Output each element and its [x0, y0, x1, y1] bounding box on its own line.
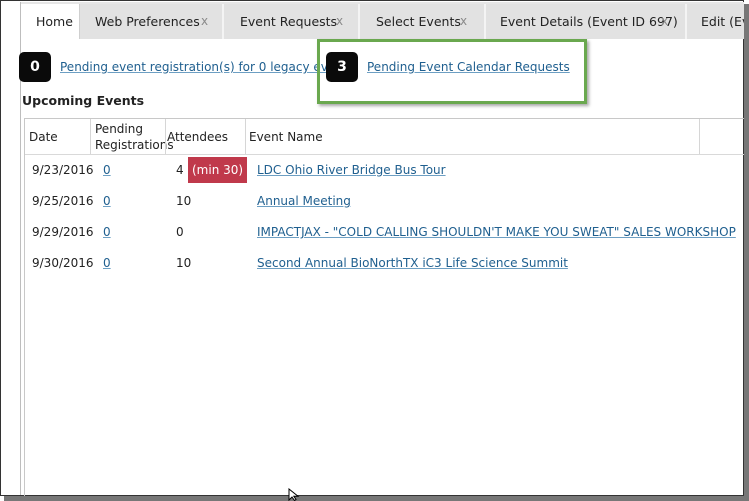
- tab-label: Home: [36, 14, 73, 29]
- column-header-event-name[interactable]: Event Name: [249, 129, 323, 145]
- row-pending-link[interactable]: 0: [103, 256, 111, 270]
- row-date: 9/25/2016: [32, 194, 94, 208]
- tab-event-details[interactable]: Event Details (Event ID 697) x: [486, 4, 687, 39]
- row-attendees: 4: [176, 163, 184, 177]
- row-event-name-link[interactable]: Second Annual BioNorthTX iC3 Life Scienc…: [257, 256, 568, 270]
- pending-calendar-count-badge: 3: [326, 52, 358, 82]
- row-attendees: 10: [176, 256, 192, 270]
- row-date: 9/30/2016: [32, 256, 94, 270]
- app-window: Home Web Preferences x Event Requests x …: [0, 0, 744, 497]
- tab-bar: Home Web Preferences x Event Requests x …: [21, 2, 744, 39]
- row-attendees: 0: [176, 225, 184, 239]
- pending-legacy-registrations-link[interactable]: Pending event registration(s) for 0 lega…: [60, 60, 354, 74]
- section-title: Upcoming Events: [22, 93, 145, 108]
- upcoming-events-table: Date Pending Registrations Attendees Eve…: [24, 118, 744, 497]
- pending-legacy-count-badge: 0: [19, 52, 51, 82]
- tab-home[interactable]: Home: [21, 4, 80, 39]
- column-divider: [165, 119, 166, 154]
- window-shadow-bottom: [4, 496, 749, 501]
- column-header-pending-line2: Registrations: [95, 138, 174, 152]
- column-header-date[interactable]: Date: [29, 129, 58, 145]
- row-event-name-link[interactable]: LDC Ohio River Bridge Bus Tour: [257, 163, 446, 177]
- column-header-pending-line1: Pending: [95, 122, 143, 136]
- column-divider: [90, 119, 91, 154]
- column-header-attendees[interactable]: Attendees: [167, 129, 228, 145]
- tab-edit-event[interactable]: Edit (Eve: [687, 4, 744, 39]
- row-attendees: 10: [176, 194, 192, 208]
- tab-close-icon[interactable]: x: [460, 4, 467, 39]
- mouse-pointer-icon: [288, 488, 300, 501]
- row-pending-link[interactable]: 0: [103, 194, 111, 208]
- header-divider: [25, 154, 744, 155]
- tab-close-icon[interactable]: x: [201, 4, 208, 39]
- row-date: 9/29/2016: [32, 225, 94, 239]
- column-divider: [699, 119, 700, 154]
- column-divider: [245, 119, 246, 154]
- row-date: 9/23/2016: [32, 163, 94, 177]
- column-header-pending[interactable]: Pending Registrations: [95, 121, 174, 153]
- tab-event-requests[interactable]: Event Requests x: [224, 4, 360, 39]
- row-event-name-link[interactable]: Annual Meeting: [257, 194, 351, 208]
- tab-label: Select Events: [376, 14, 461, 29]
- tab-close-icon[interactable]: x: [661, 4, 668, 39]
- pending-calendar-requests-link[interactable]: Pending Event Calendar Requests: [367, 60, 570, 74]
- tab-close-icon[interactable]: x: [336, 4, 343, 39]
- tab-label: Event Requests: [240, 14, 338, 29]
- row-event-name-link[interactable]: IMPACTJAX - "COLD CALLING SHOULDN'T MAKE…: [257, 225, 736, 239]
- min-attendees-badge: (min 30): [188, 157, 248, 183]
- row-pending-link[interactable]: 0: [103, 163, 111, 177]
- tab-label: Edit (Eve: [701, 14, 744, 29]
- tab-label: Web Preferences: [95, 14, 200, 29]
- window-shadow-right: [744, 4, 749, 501]
- tab-select-events[interactable]: Select Events x: [360, 4, 486, 39]
- tab-web-preferences[interactable]: Web Preferences x: [80, 4, 224, 39]
- row-pending-link[interactable]: 0: [103, 225, 111, 239]
- tab-label: Event Details (Event ID 697): [500, 14, 678, 29]
